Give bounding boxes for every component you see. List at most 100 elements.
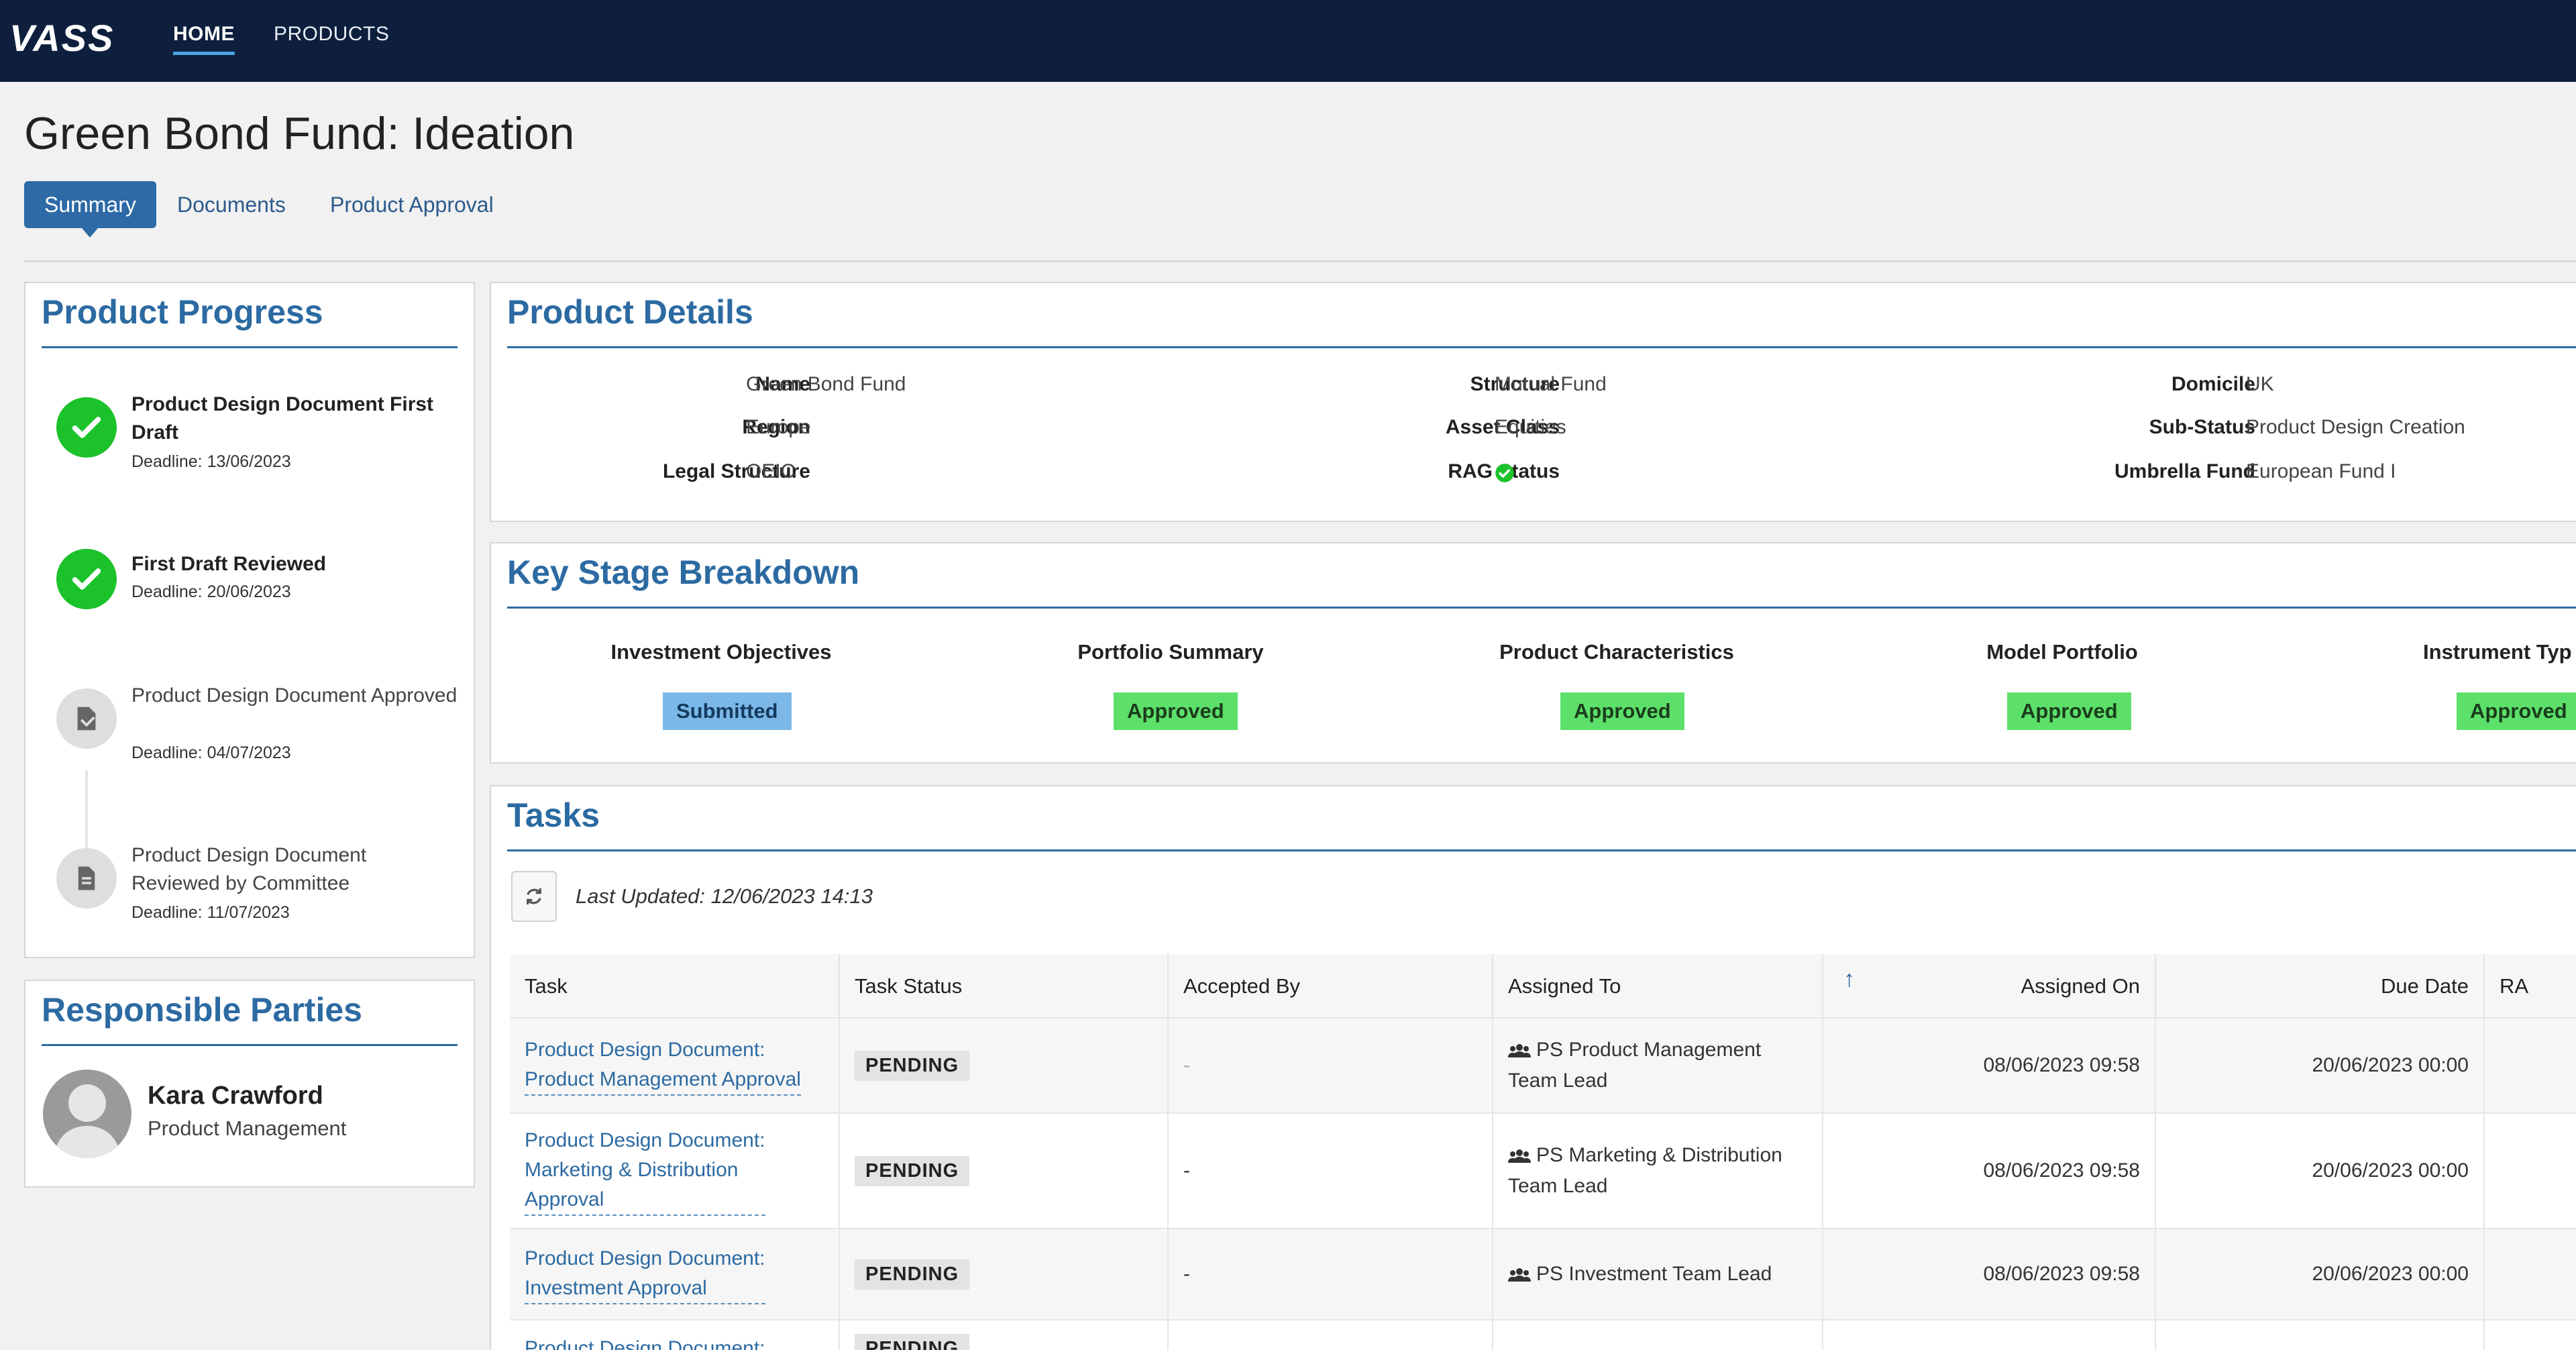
col-header-due-date[interactable]: Due Date [2156, 954, 2485, 1019]
due-date-cell: 20/06/2023 00:00 [2156, 1229, 2485, 1319]
sub-status-label: Sub-Status [2149, 416, 2255, 438]
tasks-title: Tasks [507, 796, 600, 834]
name-value: Green Bond Fund [746, 373, 906, 395]
domicile-value: UK [2246, 373, 2274, 395]
assigned-on-cell: 08/06/2023 09:58 [1823, 1019, 2156, 1112]
assigned-to-cell: PS Marketing & Distribution Team Lead [1493, 1114, 1823, 1228]
product-progress-title: Product Progress [42, 293, 323, 331]
users-icon [1508, 1149, 1531, 1163]
assigned-on-cell: 08/06/2023 09:58 [1823, 1229, 2156, 1319]
person-role: Product Management [148, 1117, 347, 1140]
table-row: Product Design Document: Investment Appro… [510, 1229, 2576, 1320]
task-cell: Product Design Document: Marketing & Dist… [510, 1114, 840, 1228]
page-title: Green Bond Fund: Ideation [24, 108, 575, 159]
stage-label: Portfolio Summary [1077, 640, 1264, 664]
step-label: Product Design Document Reviewed by Comm… [131, 844, 367, 894]
rag-status-icon [1495, 463, 1515, 488]
col-header-task-status[interactable]: Task Status [840, 954, 1169, 1019]
product-details-title: Product Details [507, 293, 753, 331]
refresh-button[interactable] [511, 871, 557, 922]
status-badge: PENDING [855, 1050, 970, 1081]
step-label: Product Design Document Approved [131, 684, 458, 707]
tab-product-approval[interactable]: Product Approval [330, 181, 494, 228]
assigned-on-cell: 08/06/2023 09:58 [1823, 1114, 2156, 1228]
stage-status-badge: Approved [1114, 692, 1238, 730]
responsible-parties-panel: Responsible Parties Kara Crawford Produc… [24, 980, 475, 1188]
due-date-cell: 20/06/2023 00:00 [2156, 1114, 2485, 1228]
responsible-parties-title: Responsible Parties [42, 991, 362, 1029]
accepted-by-cell: - [1169, 1019, 1493, 1112]
step-label: First Draft Reviewed [131, 553, 327, 575]
task-status-cell: PENDING [840, 1019, 1169, 1112]
table-row: Product Design Document: PENDING [510, 1320, 2576, 1350]
asset-class-value: Equities [1495, 416, 1566, 438]
col-header-accepted-by[interactable]: Accepted By [1169, 954, 1493, 1019]
stage-status-badge: Approved [2457, 692, 2576, 730]
task-link[interactable]: Product Design Document: [525, 1334, 765, 1350]
last-updated-text: Last Updated: 12/06/2023 14:13 [576, 884, 873, 908]
task-cell: Product Design Document: [510, 1320, 840, 1350]
task-status-cell: PENDING [840, 1229, 1169, 1319]
step-deadline: Deadline: 20/06/2023 [131, 582, 291, 601]
users-icon [1508, 1044, 1531, 1058]
rag-cell [2485, 1114, 2576, 1228]
status-badge: PENDING [855, 1259, 970, 1290]
stage-label: Investment Objectives [610, 640, 832, 664]
col-header-assigned-to[interactable]: Assigned To [1493, 954, 1823, 1019]
status-badge: PENDING [855, 1334, 970, 1350]
col-header-task[interactable]: Task [510, 954, 840, 1019]
tab-documents[interactable]: Documents [177, 181, 286, 228]
avatar [43, 1070, 131, 1158]
legal-structure-value: OEIC [746, 460, 796, 482]
accepted-by-cell: - [1169, 1114, 1493, 1228]
assigned-on-cell [1823, 1320, 2156, 1350]
stage-label: Product Characteristics [1499, 640, 1734, 664]
tasks-panel: Tasks Last Updated: 12/06/2023 14:13 Tas… [490, 785, 2576, 1350]
table-row: Product Design Document: Marketing & Dist… [510, 1114, 2576, 1229]
assigned-to-cell: PS Product Management Team Lead [1493, 1019, 1823, 1112]
nav-home-link[interactable]: HOME [173, 23, 235, 55]
stage-status-badge: Submitted [663, 692, 792, 730]
sub-status-value: Product Design Creation [2246, 416, 2465, 438]
check-icon [56, 397, 117, 458]
col-header-assigned-on[interactable]: Assigned On [1823, 954, 2156, 1019]
check-icon [56, 549, 117, 609]
status-badge: PENDING [855, 1155, 970, 1186]
panel-rule [42, 1044, 458, 1046]
key-stage-title: Key Stage Breakdown [507, 554, 860, 591]
assigned-to-cell [1493, 1320, 1823, 1350]
rag-cell [2485, 1320, 2576, 1350]
task-link[interactable]: Product Design Document: Investment Appro… [525, 1244, 765, 1304]
stage-status-badge: Approved [2007, 692, 2131, 730]
due-date-cell [2156, 1320, 2485, 1350]
accepted-by-cell [1169, 1320, 1493, 1350]
vass-logo[interactable]: VASS [9, 16, 117, 59]
region-value: Europe [746, 416, 811, 438]
rag-cell [2485, 1019, 2576, 1112]
product-progress-panel: Product Progress Product Design Document… [24, 282, 475, 958]
sort-arrow-icon[interactable]: ↑ [1843, 966, 1855, 992]
task-link[interactable]: Product Design Document: Marketing & Dist… [525, 1126, 765, 1216]
nav-products-link[interactable]: PRODUCTS [274, 23, 389, 46]
col-header-rag[interactable]: RA [2485, 954, 2576, 1019]
due-date-cell: 20/06/2023 00:00 [2156, 1019, 2485, 1112]
panel-rule [507, 607, 2576, 609]
document-edit-icon [56, 688, 117, 749]
panel-rule [507, 849, 2576, 851]
step-deadline: Deadline: 11/07/2023 [131, 903, 290, 922]
accepted-by-cell: - [1169, 1229, 1493, 1319]
step-label: Product Design Document First Draft [131, 393, 434, 444]
person-name: Kara Crawford [148, 1082, 323, 1110]
stage-label: Model Portfolio [1986, 640, 2138, 664]
document-icon [56, 848, 117, 908]
header-divider [24, 260, 2576, 262]
umbrella-fund-value: European Fund I [2246, 460, 2396, 482]
step-deadline: Deadline: 04/07/2023 [131, 743, 291, 762]
refresh-icon [527, 888, 541, 904]
task-link[interactable]: Product Design Document: Product Manageme… [525, 1035, 801, 1096]
domicile-label: Domicile [2171, 373, 2255, 395]
task-cell: Product Design Document: Product Manageme… [510, 1019, 840, 1112]
product-details-panel: Product Details Name Green Bond Fund Reg… [490, 282, 2576, 522]
stage-label: Instrument Typ [2423, 640, 2572, 664]
tab-summary[interactable]: Summary [24, 181, 156, 238]
